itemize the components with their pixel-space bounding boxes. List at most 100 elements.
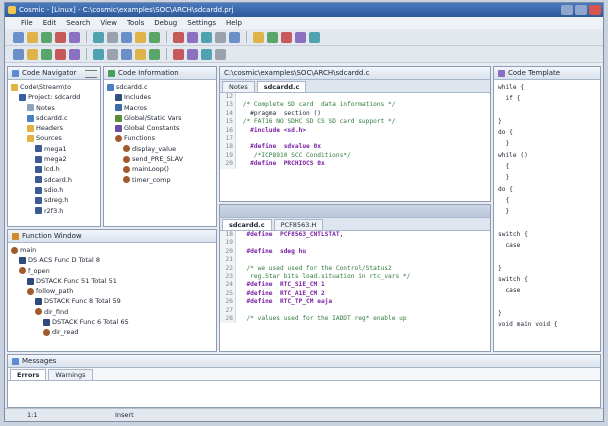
template-line[interactable]: do { (498, 127, 600, 138)
tree-item[interactable]: f_open (8, 266, 216, 276)
link-icon[interactable] (229, 31, 240, 43)
template-line[interactable] (498, 218, 600, 229)
tree-item[interactable]: DSTACK Func 8 Total 59 (8, 296, 216, 306)
template-line[interactable] (498, 297, 600, 308)
tree-item[interactable]: Global Constants (104, 123, 216, 133)
step-over-icon[interactable] (93, 48, 104, 60)
menu-item-view[interactable]: View (100, 17, 117, 29)
menu-item-tools[interactable]: Tools (127, 17, 144, 29)
tab-errors[interactable]: Errors (10, 369, 47, 380)
menu-item-settings[interactable]: Settings (187, 17, 216, 29)
close-button[interactable] (589, 5, 601, 15)
bookmark-icon[interactable] (55, 48, 66, 60)
open-icon[interactable] (27, 31, 38, 43)
code-template-title[interactable]: Code Template (494, 67, 600, 80)
template-line[interactable]: while () (498, 150, 600, 161)
code-lines[interactable]: #define PCF8563_CNTLSTAT, #define sdeg h… (236, 231, 490, 323)
profile-icon[interactable] (215, 48, 226, 60)
maximize-button[interactable] (575, 5, 587, 15)
rebuild-icon[interactable] (187, 31, 198, 43)
template-line[interactable]: case (498, 240, 600, 251)
code-line[interactable] (239, 135, 490, 143)
template-line[interactable] (498, 105, 600, 116)
tree-item[interactable]: lcd.h (8, 164, 100, 174)
code-line[interactable]: #include <sd.h> (239, 127, 490, 135)
tree-item[interactable]: Notes (8, 103, 100, 113)
reset-icon[interactable] (121, 48, 132, 60)
home-icon[interactable] (41, 48, 52, 60)
tree-item[interactable]: dir_find (8, 307, 216, 317)
tree-item[interactable]: sdreg.h (8, 195, 100, 205)
code-line[interactable] (239, 307, 490, 315)
tab-notes[interactable]: Notes (222, 81, 255, 92)
halt-icon[interactable] (135, 48, 146, 60)
find-icon[interactable] (149, 31, 160, 43)
register-icon[interactable] (187, 48, 198, 60)
tree-item[interactable]: sdcard.h (8, 175, 100, 185)
undo-icon[interactable] (121, 31, 132, 43)
tree-item[interactable]: mainLoop() (104, 164, 216, 174)
code-lines[interactable]: /* Complete SD card data informations */… (236, 93, 490, 169)
cut-icon[interactable] (69, 31, 80, 43)
tab-warnings[interactable]: Warnings (48, 369, 93, 380)
template-line[interactable]: do { (498, 184, 600, 195)
redo-icon[interactable] (135, 31, 146, 43)
tree-item[interactable]: r2f3.h (8, 206, 100, 216)
trace-icon[interactable] (201, 48, 212, 60)
tree-item[interactable]: DS ACS Func D Total 8 (8, 255, 216, 265)
template-line[interactable] (498, 251, 600, 262)
forward-icon[interactable] (27, 48, 38, 60)
code-line[interactable]: reg.Star bits load.situation in rtc_vars… (239, 273, 490, 281)
template-line[interactable]: while { (498, 82, 600, 93)
code-line[interactable]: #define sdvalue 0x (239, 143, 490, 151)
template-line[interactable]: } (498, 172, 600, 183)
template-line[interactable]: } (498, 206, 600, 217)
editor-top-title[interactable]: C:\cosmic\examples\SOC\ARCH\sdcardd.c (220, 67, 490, 80)
code-line[interactable]: /* Complete SD card data informations */ (239, 101, 490, 109)
code-line[interactable] (239, 239, 490, 247)
paste-icon[interactable] (107, 31, 118, 43)
step-into-icon[interactable] (69, 48, 80, 60)
tab-sdcardd-c[interactable]: sdcardd.c (256, 81, 307, 92)
template-line[interactable]: switch { (498, 274, 600, 285)
editor-bottom-code[interactable]: 18 19 20 21 22 23 24 25 26 27 28 #define PCF8563_C… (220, 231, 490, 324)
code-line[interactable] (239, 256, 490, 264)
template-line[interactable]: } (498, 263, 600, 274)
editor-top-code[interactable]: 12 13 14 15 16 17 18 19 20 /* Complete SD card d… (220, 93, 490, 169)
code-line[interactable]: #define sdeg hu (239, 248, 490, 256)
code-navigator-title[interactable]: Code Navigator (8, 67, 100, 80)
tree-item[interactable]: sdcardd.c (104, 82, 216, 92)
template-line[interactable]: } (498, 138, 600, 149)
code-line[interactable]: /* we used used for the Control/Status2 (239, 265, 490, 273)
breakpoint-icon[interactable] (281, 31, 292, 43)
menu-item-search[interactable]: Search (66, 17, 90, 29)
tree-item[interactable]: mega2 (8, 154, 100, 164)
tree-item[interactable]: display_value (104, 144, 216, 154)
debug-icon[interactable] (253, 31, 264, 43)
template-line[interactable]: { (498, 161, 600, 172)
tree-item[interactable]: Functions (104, 133, 216, 143)
tree-item[interactable]: sdcardd.c (8, 113, 100, 123)
tree-item[interactable]: Macros (104, 103, 216, 113)
code-line[interactable]: #define PCF8563_CNTLSTAT, (239, 231, 490, 239)
function-window-title[interactable]: Function Window (8, 230, 216, 243)
tree-item[interactable]: Sources (8, 133, 100, 143)
save-icon[interactable] (41, 31, 52, 43)
menu-item-file[interactable]: File (21, 17, 33, 29)
tree-item[interactable]: mega1 (8, 144, 100, 154)
minimize-button[interactable] (561, 5, 573, 15)
code-line[interactable]: /* values used for the IADDT reg* enable… (239, 315, 490, 323)
back-icon[interactable] (13, 48, 24, 60)
watch-icon[interactable] (149, 48, 160, 60)
tree-item[interactable]: send_PRE_SLAV (104, 154, 216, 164)
code-line[interactable]: #define RTC_S1E_CM 1 (239, 281, 490, 289)
code-line[interactable]: /*ICP8910 SCC Conditions*/ (239, 152, 490, 160)
menu-item-help[interactable]: Help (226, 17, 242, 29)
tree-item[interactable]: DSTACK Func 6 Total 65 (8, 317, 216, 327)
tab-pcf8563-h[interactable]: PCF8563.H (273, 219, 324, 230)
step-out-icon[interactable] (107, 48, 118, 60)
tree-item[interactable]: main (8, 245, 216, 255)
stop-icon[interactable] (201, 31, 212, 43)
tree-item[interactable]: Global/Static Vars (104, 113, 216, 123)
tree-item[interactable]: timer_comp (104, 175, 216, 185)
